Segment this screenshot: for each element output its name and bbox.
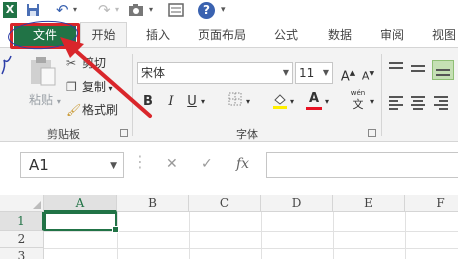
annotation-arrow <box>60 37 152 118</box>
